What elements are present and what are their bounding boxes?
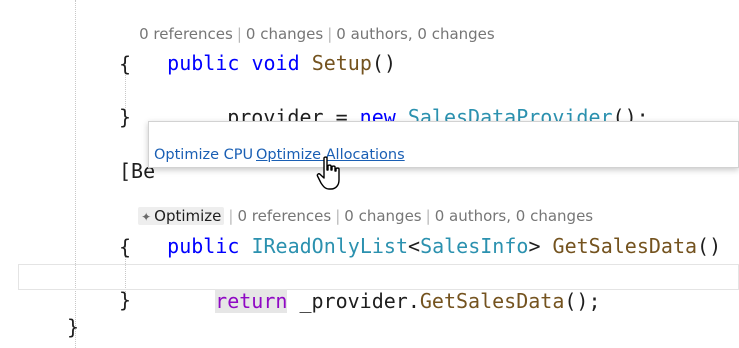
brace: }	[119, 288, 132, 312]
code-line-close-brace[interactable]: }	[119, 287, 131, 313]
optimize-cpu-link[interactable]: Optimize CPU	[154, 145, 253, 165]
generic-type: SalesInfo	[420, 234, 529, 258]
indent-guide	[75, 0, 76, 348]
keyword-void: void	[251, 51, 300, 75]
hand-pointer-icon	[316, 156, 340, 190]
brace: {	[119, 52, 132, 76]
method-name: GetSalesData	[552, 234, 698, 258]
brace: {	[119, 235, 132, 259]
code-editor[interactable]: 0 references | 0 changes | 0 authors, 0 chan…	[0, 0, 739, 348]
field-provider: _provider	[299, 289, 408, 313]
generic-close: >	[528, 234, 541, 258]
method-call: GetSalesData	[419, 289, 565, 313]
code-line-class-close-brace[interactable]: }	[67, 314, 79, 340]
parens: ()	[371, 51, 396, 75]
code-line-close-brace[interactable]: }	[119, 104, 131, 130]
code-line-return[interactable]: return _provider.GetSalesData();	[167, 262, 601, 340]
call-tail: ();	[564, 289, 601, 313]
brace: }	[119, 105, 132, 129]
keyword-public: public	[167, 51, 240, 75]
dot: .	[407, 289, 420, 313]
parens: ()	[697, 234, 722, 258]
optimize-popup: Optimize CPU Optimize Allocations	[148, 121, 739, 168]
generic-open: <	[408, 234, 421, 258]
method-name: Setup	[311, 51, 372, 75]
keyword-public: public	[167, 234, 240, 258]
brace: }	[67, 315, 80, 339]
code-line-open-brace[interactable]: {	[119, 234, 131, 260]
keyword-return: return	[215, 289, 288, 313]
code-line-open-brace[interactable]: {	[119, 51, 131, 77]
interface-name: IReadOnlyList	[251, 234, 409, 258]
